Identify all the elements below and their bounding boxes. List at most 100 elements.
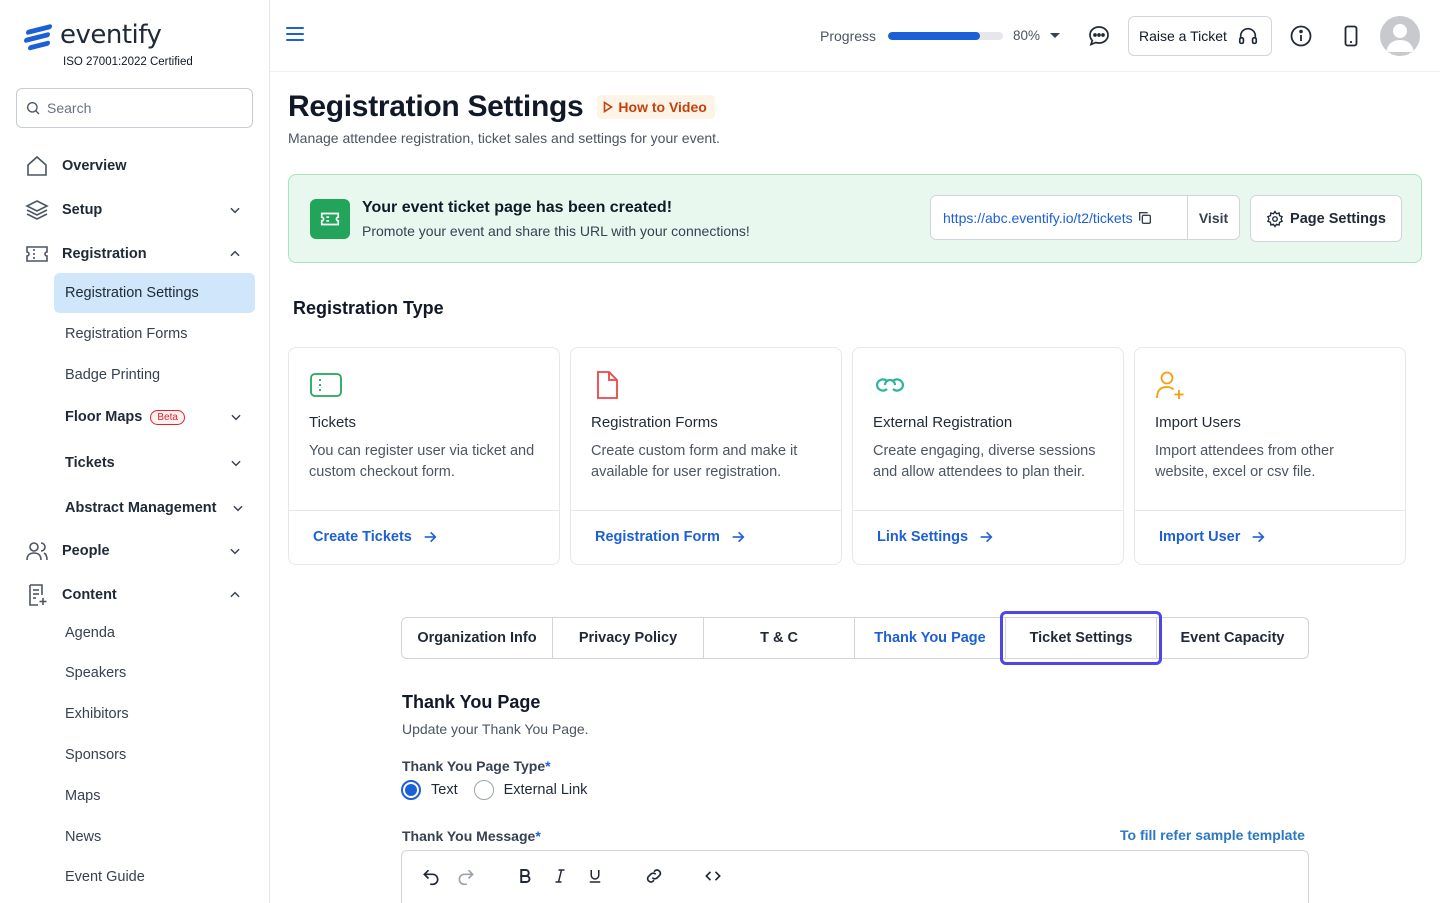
sidebar-sub-agenda[interactable]: Agenda xyxy=(54,613,255,653)
sidebar: eventify ISO 27001:2022 Certified Overvi… xyxy=(0,0,270,903)
sidebar-sub-exhibitors[interactable]: Exhibitors xyxy=(54,694,255,734)
tab-event-capacity[interactable]: Event Capacity xyxy=(1157,618,1308,658)
sidebar-item-label: Content xyxy=(62,587,117,603)
page-settings-button[interactable]: Page Settings xyxy=(1250,195,1402,242)
beta-badge: Beta xyxy=(150,409,185,425)
undo-icon[interactable] xyxy=(419,864,443,888)
radio-label-text: Text xyxy=(431,782,458,798)
progress-label: Progress xyxy=(820,28,877,44)
code-icon[interactable] xyxy=(701,864,725,888)
tab-privacy-policy[interactable]: Privacy Policy xyxy=(553,618,704,658)
play-icon xyxy=(604,101,614,113)
ticket-url-box: https://abc.eventify.io/t2/tickets Visit xyxy=(930,195,1240,240)
underline-icon[interactable] xyxy=(583,864,607,888)
card-description: Import attendees from other website, exc… xyxy=(1155,443,1334,480)
how-to-video-label: How to Video xyxy=(618,99,707,115)
sidebar-sub-label: Tickets xyxy=(65,455,115,471)
sidebar-item-overview[interactable]: Overview xyxy=(24,151,254,181)
user-avatar-icon xyxy=(1386,24,1414,52)
sidebar-item-registration[interactable]: Registration xyxy=(24,239,254,269)
radio-label-external-link: External Link xyxy=(503,782,588,798)
arrow-right-icon xyxy=(732,531,745,543)
sample-template-link[interactable]: To fill refer sample template xyxy=(1120,827,1305,843)
registration-form-link[interactable]: Registration Form xyxy=(595,529,746,545)
page-subtitle: Manage attendee registration, ticket sal… xyxy=(288,130,720,146)
banner-title: Your event ticket page has been created! xyxy=(362,199,673,216)
sidebar-sub-maps[interactable]: Maps xyxy=(54,776,255,816)
sidebar-sub-abstract-management[interactable]: Abstract Management xyxy=(54,488,255,528)
info-icon[interactable] xyxy=(1289,24,1313,48)
field-label-text: Thank You Page Type xyxy=(402,758,546,774)
sidebar-sub-tickets[interactable]: Tickets xyxy=(54,443,255,483)
avatar[interactable] xyxy=(1380,16,1420,56)
card-description: Create custom form and make it available… xyxy=(591,443,798,480)
settings-tabs: Organization Info Privacy Policy T & C T… xyxy=(401,611,1309,665)
ticket-url-link[interactable]: https://abc.eventify.io/t2/tickets xyxy=(931,210,1187,226)
top-header: Progress 80% Raise a Ticket xyxy=(270,0,1440,72)
thank-you-type-radio-group: Text External Link xyxy=(401,780,603,800)
arrow-right-icon xyxy=(980,531,993,543)
tab-organization-info[interactable]: Organization Info xyxy=(402,618,553,658)
search-input[interactable] xyxy=(47,100,237,116)
required-mark: * xyxy=(535,828,541,844)
file-icon xyxy=(597,371,618,399)
thank-you-title: Thank You Page xyxy=(402,692,541,712)
link-settings-link[interactable]: Link Settings xyxy=(877,529,994,545)
sidebar-sub-registration-forms[interactable]: Registration Forms xyxy=(54,314,255,354)
thank-you-subtitle: Update your Thank You Page. xyxy=(402,721,589,737)
chevron-down-icon xyxy=(233,505,243,512)
copy-icon[interactable] xyxy=(1137,210,1153,226)
sidebar-sub-speakers[interactable]: Speakers xyxy=(54,653,255,693)
card-link-label: Link Settings xyxy=(877,529,969,545)
sidebar-item-content[interactable]: Content xyxy=(24,580,254,610)
sidebar-sub-sponsors[interactable]: Sponsors xyxy=(54,735,255,775)
progress-bar xyxy=(888,32,1003,40)
document-icon xyxy=(24,582,50,608)
menu-icon[interactable] xyxy=(286,27,304,43)
how-to-video-button[interactable]: How to Video xyxy=(597,95,715,119)
sidebar-sub-news[interactable]: News xyxy=(54,817,255,857)
card-title: Registration Forms xyxy=(591,414,718,431)
sidebar-sub-label: Floor Maps xyxy=(65,409,143,425)
create-tickets-link[interactable]: Create Tickets xyxy=(313,529,438,545)
card-description: You can register user via ticket and cus… xyxy=(309,443,535,480)
mobile-icon[interactable] xyxy=(1339,24,1363,48)
italic-icon[interactable] xyxy=(548,864,572,888)
thank-you-message-editor[interactable] xyxy=(401,850,1309,903)
chevron-down-icon xyxy=(231,460,241,467)
sidebar-sub-floor-maps[interactable]: Floor Maps Beta xyxy=(54,397,255,437)
raise-ticket-label: Raise a Ticket xyxy=(1139,28,1227,44)
tab-terms-conditions[interactable]: T & C xyxy=(704,618,855,658)
thank-you-type-label: Thank You Page Type* xyxy=(402,758,551,774)
banner-subtitle: Promote your event and share this URL wi… xyxy=(362,223,750,239)
radio-external-link[interactable] xyxy=(473,780,494,800)
raise-ticket-button[interactable]: Raise a Ticket xyxy=(1128,16,1272,56)
card-divider xyxy=(289,510,559,511)
bold-icon[interactable] xyxy=(513,864,537,888)
search-icon xyxy=(27,102,40,115)
tab-ticket-settings[interactable]: Ticket Settings xyxy=(1000,611,1162,665)
chat-icon[interactable] xyxy=(1087,24,1111,48)
chevron-down-icon xyxy=(231,414,241,421)
eventify-logo[interactable]: eventify xyxy=(24,20,162,51)
radio-text[interactable] xyxy=(401,780,421,800)
sidebar-sub-badge-printing[interactable]: Badge Printing xyxy=(54,355,255,395)
visit-button[interactable]: Visit xyxy=(1187,196,1239,239)
card-external-registration: External Registration Create engaging, d… xyxy=(852,347,1124,565)
gear-icon xyxy=(1266,209,1284,228)
sidebar-sub-registration-settings[interactable]: Registration Settings xyxy=(54,273,255,313)
home-icon xyxy=(24,153,50,179)
search-box[interactable] xyxy=(16,88,253,128)
sidebar-item-setup[interactable]: Setup xyxy=(24,195,254,225)
sidebar-item-people[interactable]: People xyxy=(24,536,254,566)
tab-thank-you-page[interactable]: Thank You Page xyxy=(855,618,1006,658)
link-icon[interactable] xyxy=(642,864,666,888)
caret-down-icon[interactable] xyxy=(1050,33,1060,38)
import-user-link[interactable]: Import User xyxy=(1159,529,1266,545)
chevron-up-icon xyxy=(230,591,240,598)
ticket-icon xyxy=(310,373,342,397)
arrow-right-icon xyxy=(1253,531,1265,543)
logo-mark-icon xyxy=(24,21,54,51)
redo-icon[interactable] xyxy=(454,864,478,888)
sidebar-sub-event-guide[interactable]: Event Guide xyxy=(54,857,255,897)
